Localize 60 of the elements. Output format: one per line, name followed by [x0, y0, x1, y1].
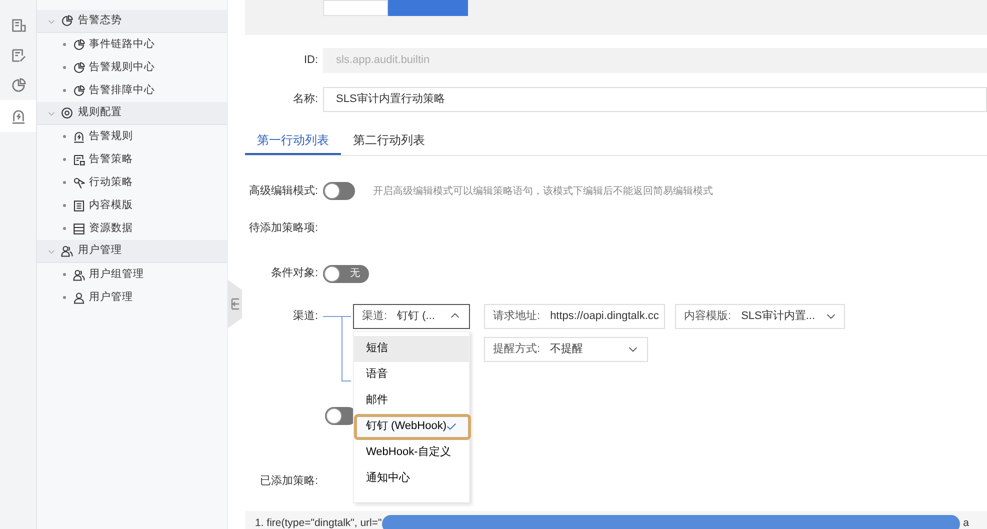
field-label: 渠道: [292, 308, 318, 324]
select-field[interactable]: 渠道: 钉钉 (... [353, 304, 470, 328]
sidebar-item[interactable]: 告警策略 [37, 148, 227, 171]
field-label: 已添加策略: [258, 474, 318, 488]
target-icon [61, 107, 73, 119]
sidebar-item[interactable]: 告警规则 [37, 125, 227, 148]
sidebar-item[interactable]: 内容模版 [37, 194, 227, 217]
text-field[interactable]: 请求地址: https://oapi.dingtalk.cc [484, 304, 665, 328]
document-lock-icon [73, 154, 85, 166]
text-field: sls.app.audit.builtin [323, 48, 987, 73]
code-text: a [963, 516, 969, 529]
check-icon [446, 421, 458, 432]
select-field[interactable]: 提醒方式: 不提醒 [484, 336, 648, 362]
pie-chart-icon [10, 78, 26, 92]
dropdown-option[interactable]: 邮件 [354, 388, 469, 414]
sidebar-item[interactable]: 告警排障中心 [37, 79, 227, 102]
pie-chart-icon [73, 84, 85, 96]
pin-icon [73, 176, 85, 188]
database-icon [73, 222, 85, 234]
sidebar-item[interactable]: 行动策略 [37, 171, 227, 194]
dropdown-option[interactable]: 通知中心 [354, 466, 469, 492]
dropdown-option[interactable]: 钉钉 (WebHook) [354, 414, 471, 440]
sidebar-item[interactable]: 用户管理 [37, 286, 227, 309]
dropdown-option[interactable]: WebHook-自定义 [354, 440, 469, 466]
pie-chart-icon [73, 38, 85, 50]
field-label: ID: [302, 53, 318, 68]
sidebar-item[interactable]: 告警规则中心 [37, 56, 227, 79]
sidebar-item[interactable]: 事件链路中心 [37, 33, 227, 56]
collapse-handle-icon[interactable] [228, 280, 242, 328]
field-label: 条件对象: [270, 266, 318, 282]
toggle-switch[interactable] [323, 182, 355, 200]
dropdown-option[interactable]: 语音 [354, 362, 469, 388]
sidebar-group-header[interactable]: 用户管理 [37, 240, 227, 263]
tree-connector [323, 316, 352, 381]
tab[interactable]: 第一行动列表 [245, 127, 341, 155]
document-list-icon [73, 200, 85, 212]
sidebar-group-header[interactable]: 告警态势 [37, 10, 227, 33]
toggle-switch[interactable]: 无 [323, 264, 369, 282]
users-icon [61, 245, 73, 257]
field-label: 待添加策略项: [248, 221, 318, 236]
text-field[interactable]: SLS审计内置行动策略 [323, 87, 987, 112]
pie-chart-icon [73, 62, 85, 74]
sidebar-item[interactable]: 用户组管理 [37, 263, 227, 286]
edit-document-icon [10, 48, 26, 62]
hint-text: 开启高级编辑模式可以编辑策略语句，该模式下编辑后不能返回简易编辑模式 [373, 184, 713, 198]
sidebar-group-header[interactable]: 规则配置 [37, 102, 227, 125]
user-icon [73, 292, 85, 304]
document-icon [10, 18, 26, 32]
field-label: 高级编辑模式: [248, 184, 318, 199]
sidebar-item[interactable]: 资源数据 [37, 217, 227, 240]
alarm-icon [10, 108, 26, 124]
field-label: 名称: [292, 92, 318, 108]
code-text: 1. fire(type="dingtalk", url=" [255, 516, 382, 529]
dropdown-option[interactable]: 短信 [354, 336, 469, 362]
select-field[interactable]: 内容模版: SLS审计内置... [675, 304, 845, 328]
tab[interactable]: 第二行动列表 [341, 127, 437, 155]
alarm-icon [73, 130, 85, 142]
pie-chart-icon [61, 15, 73, 27]
rail-tab[interactable] [0, 100, 36, 132]
users-icon [73, 268, 85, 280]
